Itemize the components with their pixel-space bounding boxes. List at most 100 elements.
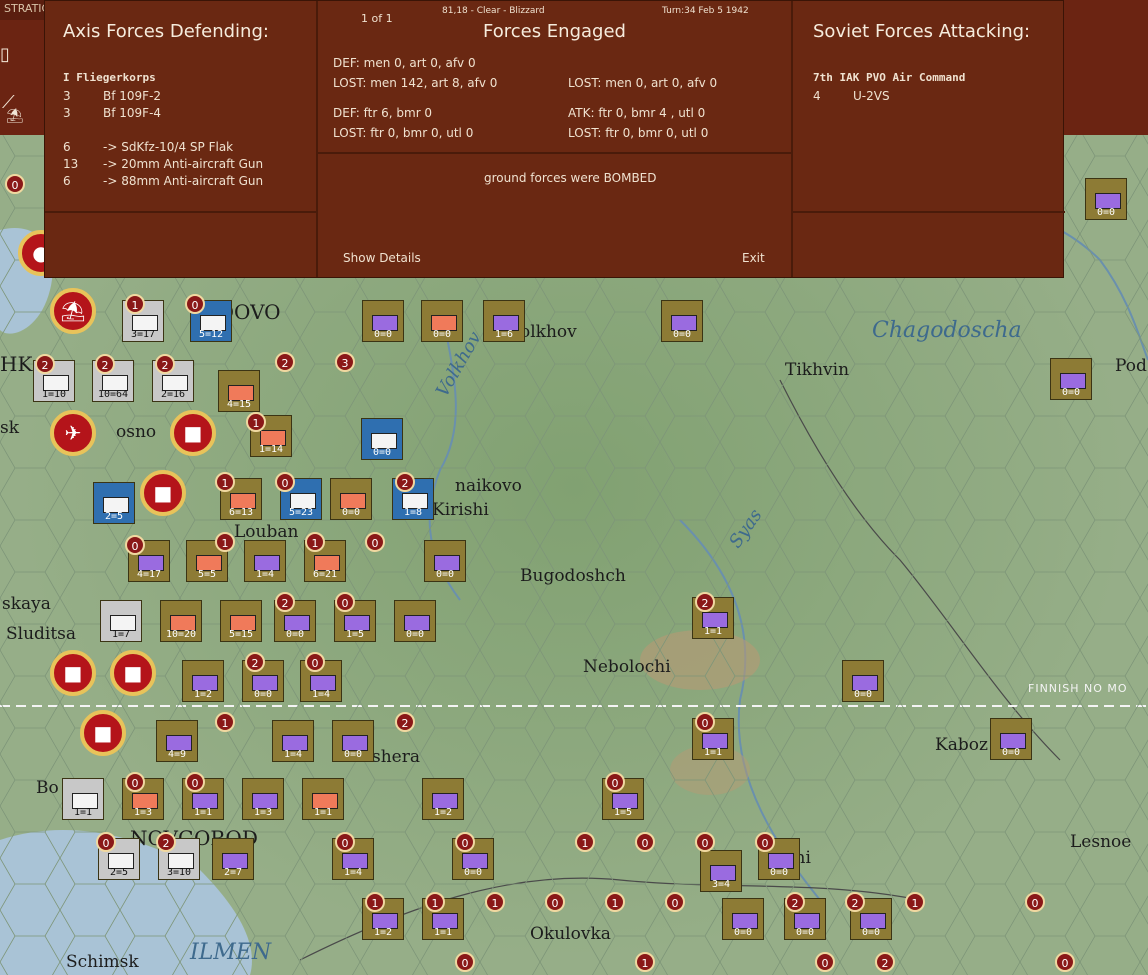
stack-marker[interactable]: 0 bbox=[1025, 892, 1045, 912]
stack-marker[interactable]: 0 bbox=[815, 952, 835, 972]
stack-marker[interactable]: 0 bbox=[455, 832, 475, 852]
unit-counter[interactable]: 1=4 bbox=[244, 540, 286, 582]
stack-marker[interactable]: 2 bbox=[275, 352, 295, 372]
stack-marker[interactable]: 1 bbox=[305, 532, 325, 552]
stack-marker[interactable]: 1 bbox=[215, 532, 235, 552]
unit-counter[interactable]: 0=0 bbox=[362, 300, 404, 342]
stack-marker[interactable]: 0 bbox=[125, 535, 145, 555]
place-skaya: skaya bbox=[2, 594, 51, 614]
parachute-icon[interactable]: ⛱ bbox=[6, 108, 24, 124]
place-budogoshch: Bugodoshch bbox=[520, 566, 626, 586]
stack-marker[interactable]: 1 bbox=[215, 472, 235, 492]
stack-marker[interactable]: 0 bbox=[1055, 952, 1075, 972]
unit-counter[interactable]: 0=0 bbox=[1050, 358, 1092, 400]
unit-counter[interactable]: 0=0 bbox=[424, 540, 466, 582]
stack-marker[interactable]: 0 bbox=[605, 772, 625, 792]
unit-strength: 1=4 bbox=[255, 569, 275, 580]
stack-marker[interactable]: 0 bbox=[695, 712, 715, 732]
stack-marker[interactable]: 0 bbox=[125, 772, 145, 792]
unit-counter[interactable]: 0=0 bbox=[332, 720, 374, 762]
unit-counter[interactable]: 4=15 bbox=[218, 370, 260, 412]
unit-counter[interactable]: 0=0 bbox=[842, 660, 884, 702]
unit-counter[interactable]: 0=0 bbox=[722, 898, 764, 940]
unit-counter[interactable]: 1=2 bbox=[182, 660, 224, 702]
stack-marker[interactable]: 0 bbox=[545, 892, 565, 912]
stack-marker[interactable]: 0 bbox=[665, 892, 685, 912]
stack-marker[interactable]: 0 bbox=[365, 532, 385, 552]
clipboard-icon[interactable]: ▯ bbox=[0, 44, 10, 65]
stack-marker[interactable]: 2 bbox=[785, 892, 805, 912]
show-details-button[interactable]: Show Details bbox=[343, 251, 421, 265]
unit-counter[interactable]: 4=9 bbox=[156, 720, 198, 762]
stack-marker[interactable]: 2 bbox=[275, 592, 295, 612]
stack-marker[interactable]: 0 bbox=[695, 832, 715, 852]
stack-marker[interactable]: 0 bbox=[275, 472, 295, 492]
stack-marker[interactable]: 2 bbox=[35, 354, 55, 374]
stack-marker[interactable]: 1 bbox=[905, 892, 925, 912]
border-label: FINNISH NO MO bbox=[1028, 682, 1128, 695]
unit-counter[interactable]: 0=0 bbox=[1085, 178, 1127, 220]
stack-marker[interactable]: 2 bbox=[695, 592, 715, 612]
unit-counter[interactable]: 1=7 bbox=[100, 600, 142, 642]
unit-counter[interactable]: 2=7 bbox=[212, 838, 254, 880]
unit-counter[interactable]: 0=0 bbox=[361, 418, 403, 460]
stack-marker[interactable]: 3 bbox=[335, 352, 355, 372]
unit-strength: 5=23 bbox=[288, 507, 314, 518]
exit-button[interactable]: Exit bbox=[742, 251, 765, 265]
stack-marker[interactable]: 2 bbox=[245, 652, 265, 672]
tank-icon[interactable]: ■ bbox=[170, 410, 216, 456]
stack-marker[interactable]: 2 bbox=[395, 712, 415, 732]
tank-icon[interactable]: ■ bbox=[110, 650, 156, 696]
unit-counter[interactable]: 1=6 bbox=[483, 300, 525, 342]
unit-counter[interactable]: 0=0 bbox=[990, 718, 1032, 760]
unit-counter[interactable]: 0=0 bbox=[661, 300, 703, 342]
unit-counter[interactable]: 0=0 bbox=[421, 300, 463, 342]
tank-icon[interactable]: ■ bbox=[50, 650, 96, 696]
stack-marker[interactable]: 0 bbox=[635, 832, 655, 852]
unit-counter[interactable]: 5=15 bbox=[220, 600, 262, 642]
stack-marker[interactable]: 0 bbox=[335, 592, 355, 612]
stack-marker[interactable]: 0 bbox=[185, 294, 205, 314]
stack-marker[interactable]: 1 bbox=[635, 952, 655, 972]
force-type: U-2VS bbox=[853, 89, 890, 103]
stack-marker[interactable]: 2 bbox=[875, 952, 895, 972]
unit-counter[interactable]: 1=3 bbox=[242, 778, 284, 820]
stack-marker[interactable]: 2 bbox=[155, 354, 175, 374]
unit-counter[interactable]: 0=0 bbox=[394, 600, 436, 642]
tank-icon[interactable]: ■ bbox=[140, 470, 186, 516]
stack-marker[interactable]: 2 bbox=[95, 354, 115, 374]
stack-marker[interactable]: 0 bbox=[335, 832, 355, 852]
stack-marker[interactable]: 0 bbox=[185, 772, 205, 792]
parachute-icon[interactable]: ⛱ bbox=[50, 288, 96, 334]
unit-counter[interactable]: 2=5 bbox=[93, 482, 135, 524]
unit-counter[interactable]: 1=1 bbox=[62, 778, 104, 820]
unit-counter[interactable]: 1=4 bbox=[272, 720, 314, 762]
force-count: 6 bbox=[63, 140, 71, 154]
tank-icon[interactable]: ■ bbox=[80, 710, 126, 756]
unit-counter[interactable]: 1=2 bbox=[422, 778, 464, 820]
unit-counter[interactable]: 10=20 bbox=[160, 600, 202, 642]
stack-marker[interactable]: 0 bbox=[96, 832, 116, 852]
unit-counter[interactable]: 0=0 bbox=[330, 478, 372, 520]
unit-counter[interactable]: 3=4 bbox=[700, 850, 742, 892]
stack-marker[interactable]: 1 bbox=[485, 892, 505, 912]
force-type: -> 88mm Anti-aircraft Gun bbox=[103, 174, 264, 188]
stack-marker[interactable]: 1 bbox=[575, 832, 595, 852]
stack-marker[interactable]: 2 bbox=[156, 832, 176, 852]
def-ground: DEF: men 0, art 0, afv 0 bbox=[333, 56, 476, 70]
stack-marker[interactable]: 0 bbox=[455, 952, 475, 972]
stack-marker[interactable]: 0 bbox=[755, 832, 775, 852]
stack-marker[interactable]: 2 bbox=[845, 892, 865, 912]
stack-marker[interactable]: 1 bbox=[425, 892, 445, 912]
stack-marker[interactable]: 0 bbox=[305, 652, 325, 672]
stack-marker[interactable]: 1 bbox=[365, 892, 385, 912]
stack-marker[interactable]: 1 bbox=[246, 412, 266, 432]
stack-marker[interactable]: 1 bbox=[605, 892, 625, 912]
stack-marker[interactable]: 1 bbox=[125, 294, 145, 314]
stack-marker[interactable]: 1 bbox=[215, 712, 235, 732]
aircraft-icon[interactable]: ✈ bbox=[50, 410, 96, 456]
river-label-chagodoscha: Chagodoscha bbox=[872, 318, 1022, 343]
stack-marker[interactable]: 2 bbox=[395, 472, 415, 492]
stack-marker[interactable]: 0 bbox=[5, 174, 25, 194]
unit-counter[interactable]: 1=1 bbox=[302, 778, 344, 820]
